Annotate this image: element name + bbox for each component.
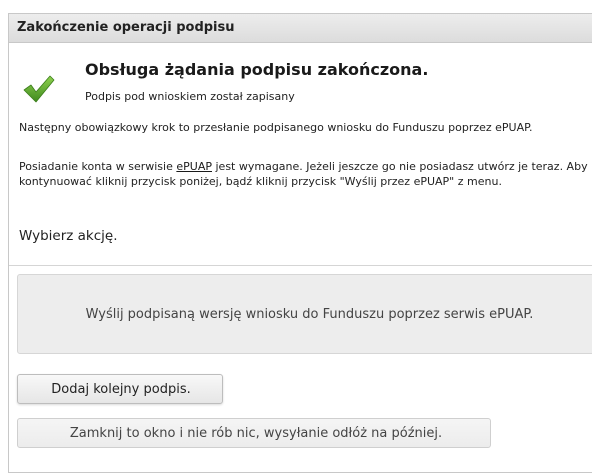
add-signature-button[interactable]: Dodaj kolejny podpis. [17,374,223,404]
signature-completion-dialog: Zakończenie operacji podpisu Obsługa żąd… [8,13,592,473]
epuap-link[interactable]: ePUAP [176,160,212,173]
divider [9,265,592,266]
checkmark-icon [23,75,55,103]
choose-action-label: Wybierz akcję. [19,228,118,244]
epuap-text-before: Posiadanie konta w serwisie [19,160,177,173]
status-title: Obsługa żądania podpisu zakończona. [85,60,429,79]
status-subtitle: Podpis pod wnioskiem został zapisany [85,90,295,103]
close-later-button[interactable]: Zamknij to okno i nie rób nic, wysyłanie… [17,418,491,448]
send-via-epuap-button[interactable]: Wyślij podpisaną wersję wniosku do Fundu… [17,274,592,354]
next-step-text: Następny obowiązkowy krok to przesłanie … [19,121,533,134]
dialog-title: Zakończenie operacji podpisu [9,14,592,43]
epuap-account-text: Posiadanie konta w serwisie ePUAP jest w… [19,159,592,189]
status-header: Obsługa żądania podpisu zakończona. Podp… [9,52,592,112]
